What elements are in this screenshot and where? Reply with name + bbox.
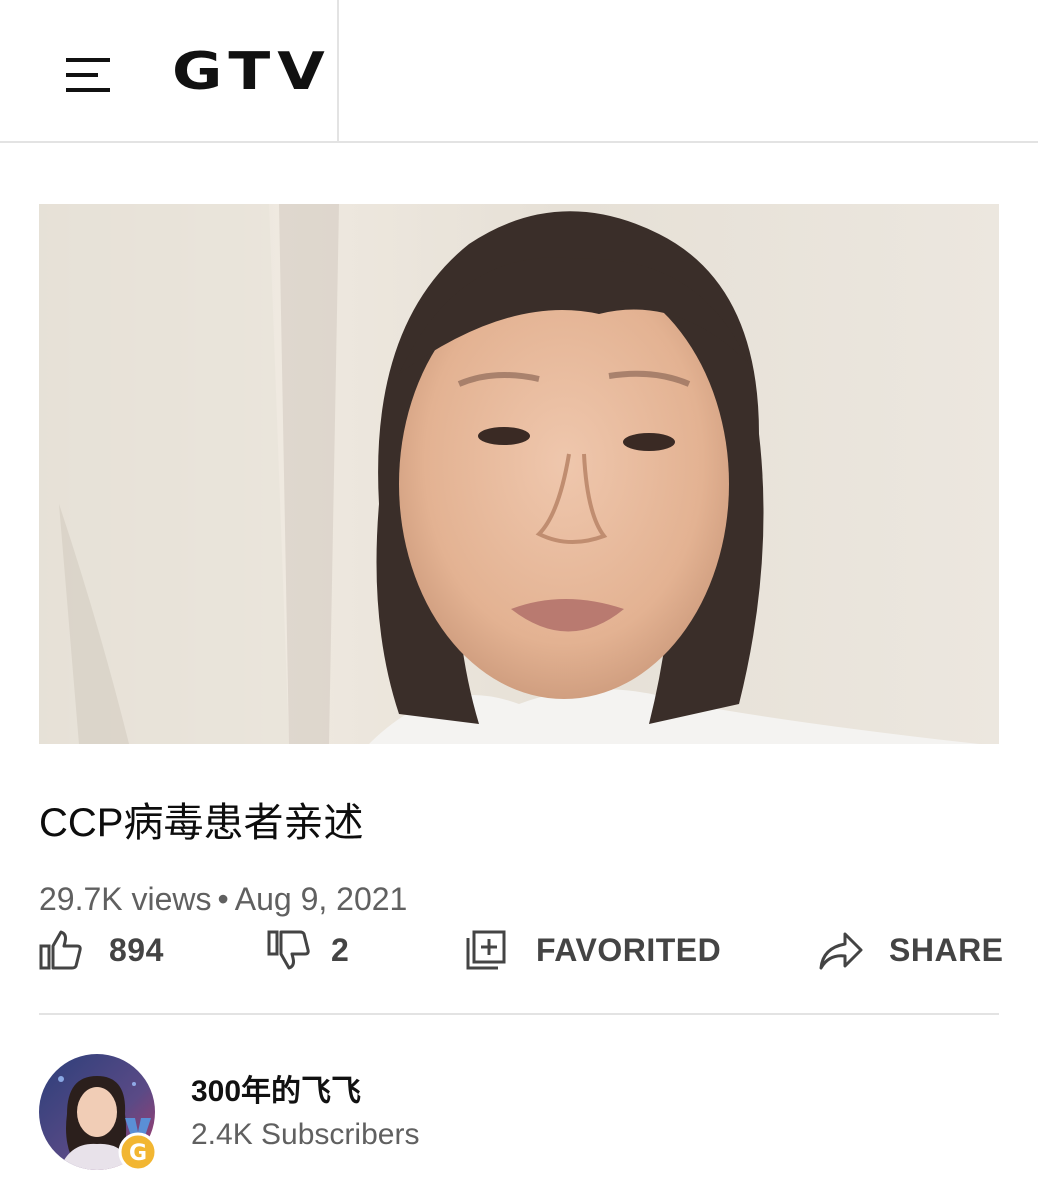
channel-name[interactable]: 300年的飞飞 <box>191 1072 361 1112</box>
hamburger-menu-icon <box>66 58 110 92</box>
header-divider <box>337 0 339 143</box>
share-button[interactable]: SHARE <box>817 925 1004 975</box>
meta-separator: • <box>217 881 229 917</box>
like-button[interactable]: 894 <box>39 925 164 975</box>
video-actions: 894 2 FAVORITED SHARE <box>39 925 1003 975</box>
share-arrow-icon <box>819 932 863 970</box>
medal-badge-icon: G <box>118 1118 158 1172</box>
like-count: 894 <box>109 931 164 968</box>
video-player[interactable] <box>39 204 999 744</box>
video-frame <box>39 204 999 744</box>
badge-letter: G <box>129 1141 147 1166</box>
video-meta: 29.7K views • Aug 9, 2021 <box>39 879 407 919</box>
gtv-logo[interactable]: GTV <box>172 40 332 104</box>
thumbs-up-icon <box>39 930 82 970</box>
channel-avatar[interactable]: G <box>39 1054 158 1172</box>
upload-date: Aug 9, 2021 <box>234 881 408 917</box>
dislike-count: 2 <box>331 931 350 968</box>
thumbs-down-icon <box>267 930 310 970</box>
add-to-playlist-icon <box>466 930 506 970</box>
menu-button[interactable] <box>58 52 114 98</box>
view-count: 29.7K views <box>39 881 212 917</box>
subscriber-count: 2.4K Subscribers <box>191 1118 420 1151</box>
dislike-button[interactable]: 2 <box>267 925 349 975</box>
video-title: CCP病毒患者亲述 <box>39 801 364 845</box>
section-divider <box>39 1013 999 1015</box>
favorite-button[interactable]: FAVORITED <box>464 925 721 975</box>
share-label: SHARE <box>889 931 1004 968</box>
top-header: GTV <box>0 0 1038 143</box>
favorite-label: FAVORITED <box>536 931 722 968</box>
